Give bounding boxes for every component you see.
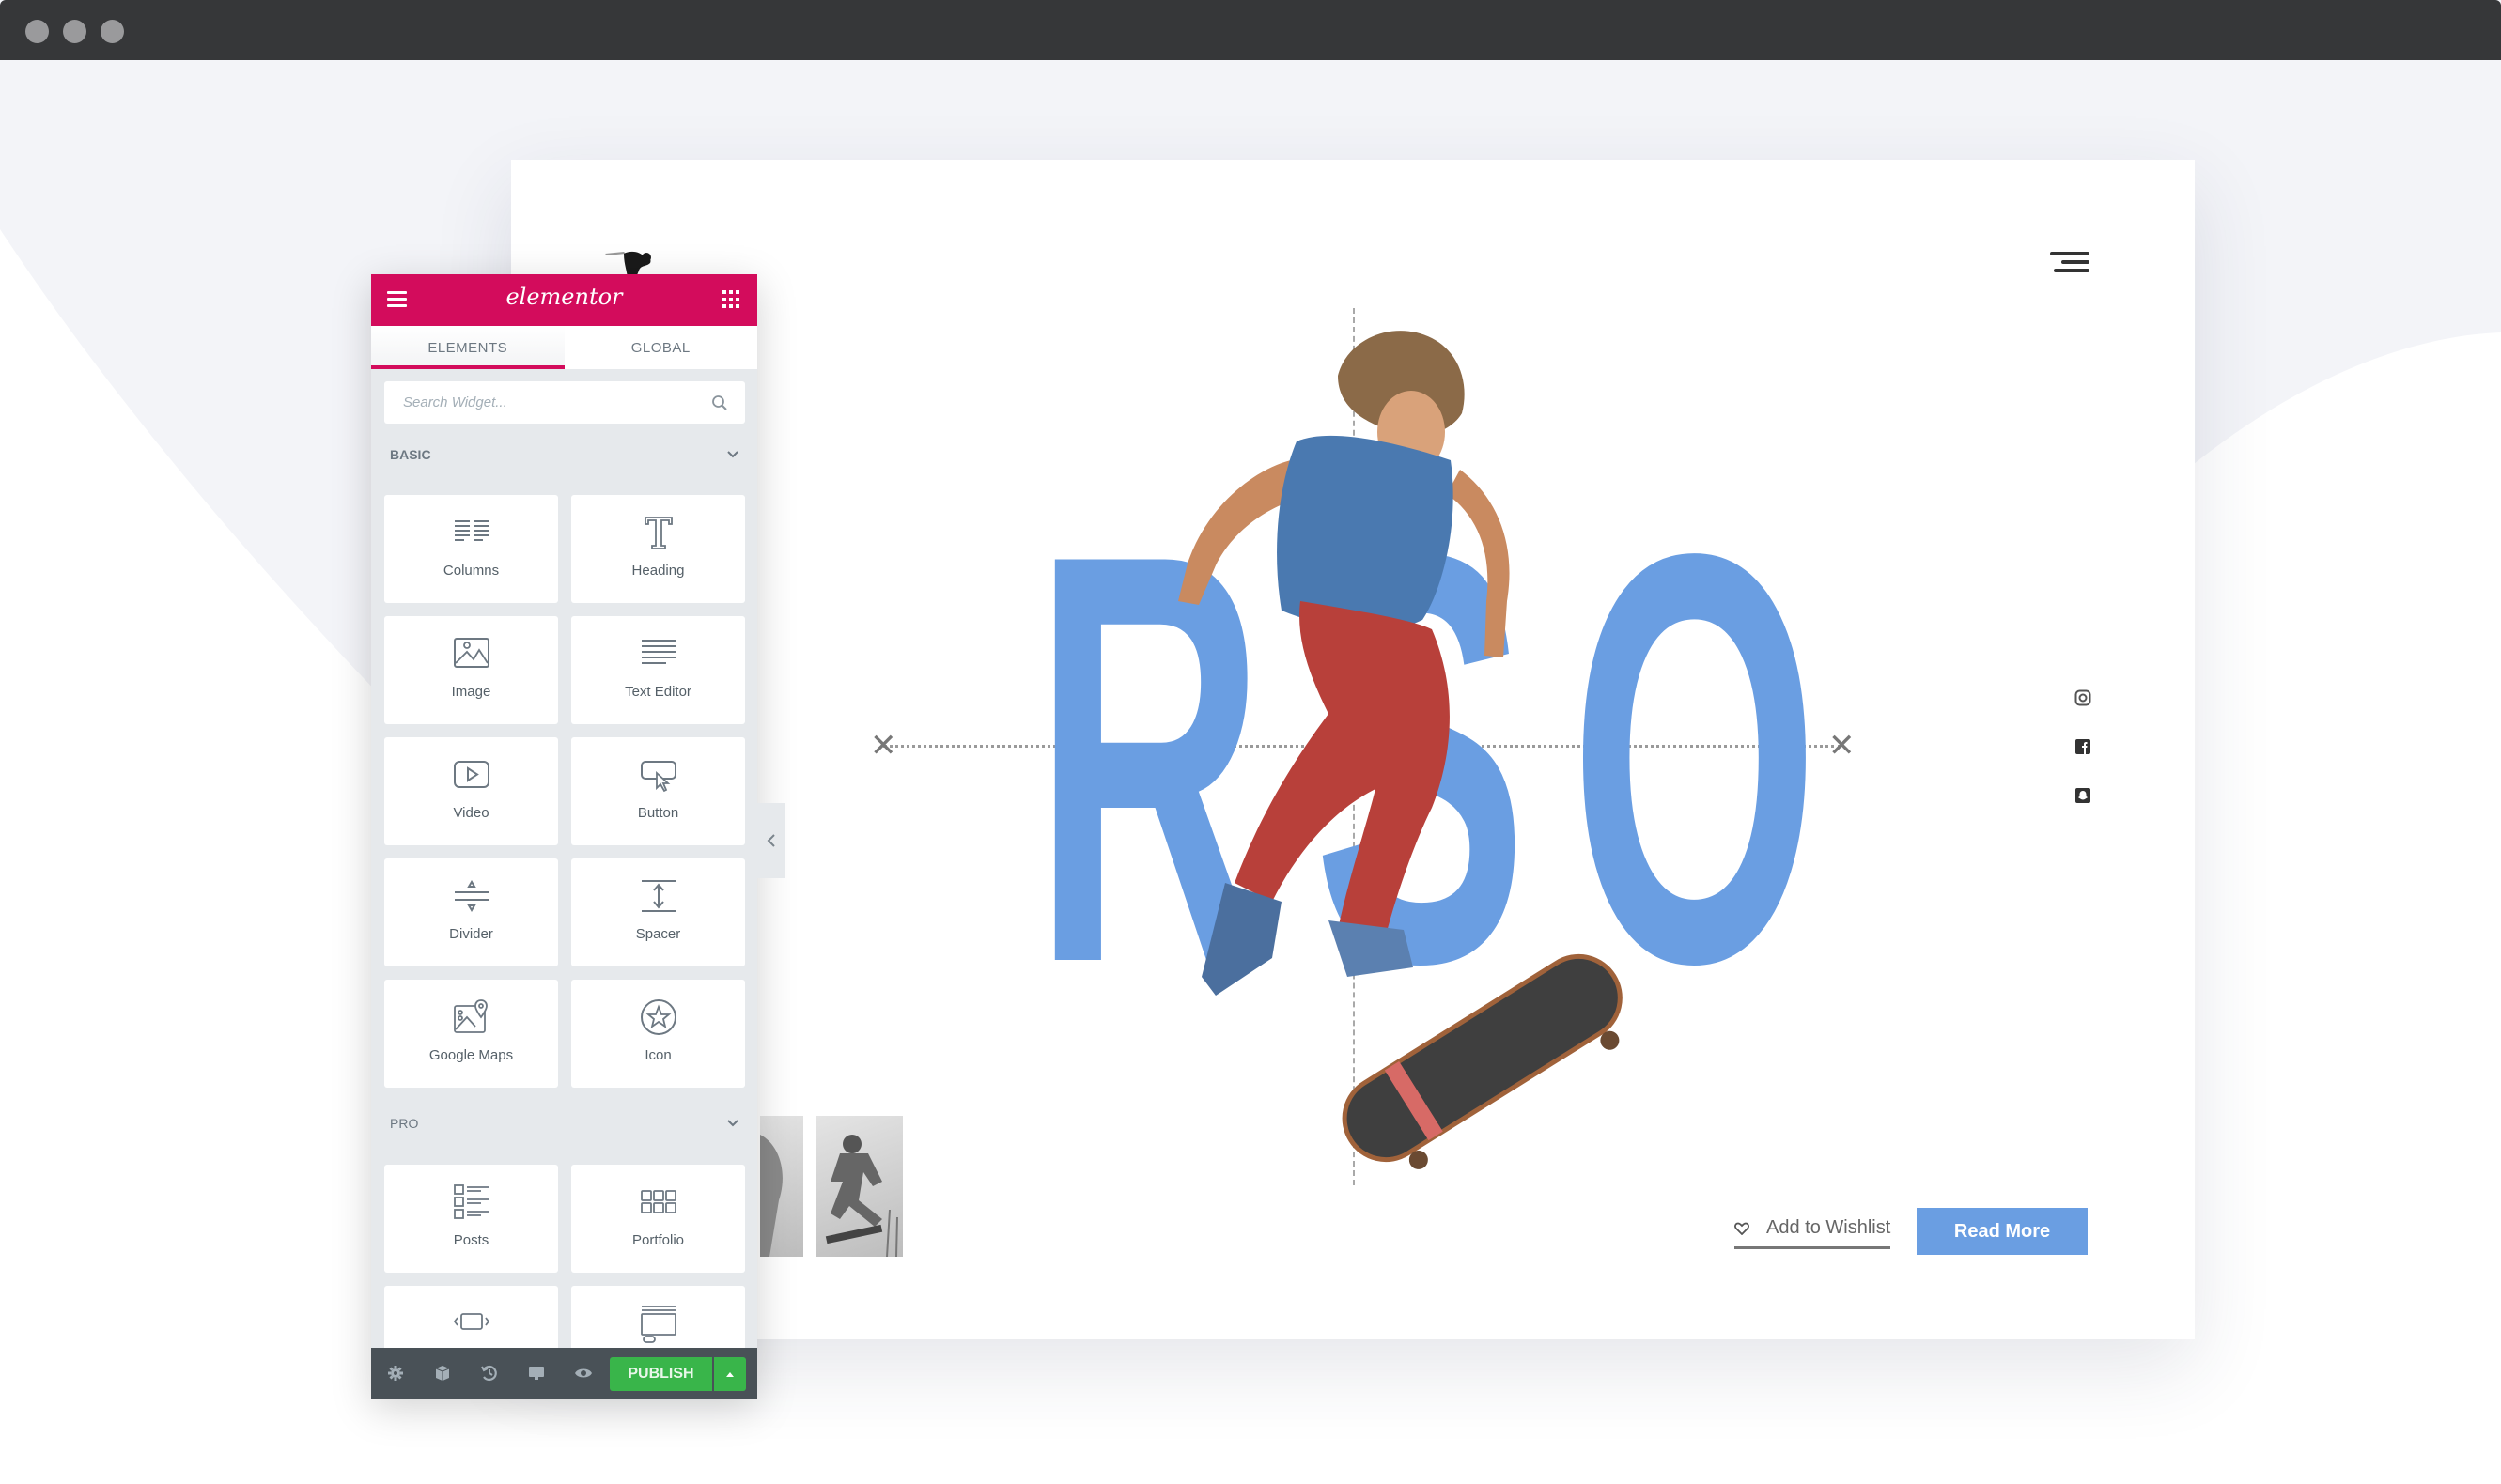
widget-video[interactable]: Video	[384, 737, 558, 845]
skater-image	[1178, 331, 1623, 1169]
widget-label: Icon	[645, 1047, 672, 1063]
add-to-wishlist-link[interactable]: Add to Wishlist	[1734, 1212, 1891, 1249]
widget-label: Text Editor	[625, 684, 691, 700]
guide-close-icon[interactable]: ✕	[870, 727, 897, 765]
widget-search	[384, 381, 745, 424]
form-icon	[640, 1306, 676, 1343]
widget-label: Video	[453, 805, 489, 821]
widget-label: Portfolio	[631, 1232, 685, 1248]
grid-icon[interactable]	[722, 290, 741, 309]
star-icon	[640, 999, 676, 1035]
widget-label: Google Maps	[428, 1047, 514, 1063]
widget-heading[interactable]: Heading	[571, 495, 745, 603]
website-canvas: ✕ ✕ R S O	[511, 160, 2195, 1339]
window-close-button[interactable]	[25, 20, 49, 43]
posts-icon	[453, 1184, 489, 1219]
read-more-button[interactable]: Read More	[1917, 1208, 2088, 1255]
tab-elements[interactable]: ELEMENTS	[371, 326, 565, 369]
publish-options-button[interactable]	[714, 1357, 746, 1391]
chevron-down-icon	[727, 1120, 738, 1127]
window-maximize-button[interactable]	[101, 20, 124, 43]
tab-global[interactable]: GLOBAL	[565, 326, 758, 369]
columns-icon	[454, 520, 489, 541]
history-icon[interactable]	[480, 1364, 499, 1383]
widget-portfolio[interactable]: Portfolio	[571, 1165, 745, 1273]
window-titlebar	[0, 0, 2501, 60]
widget-label: Divider	[449, 926, 493, 942]
widget-posts[interactable]: Posts	[384, 1165, 558, 1273]
widget-icon[interactable]: Icon	[571, 980, 745, 1088]
heading-icon	[644, 517, 673, 549]
elementor-logo: elementor	[505, 284, 623, 310]
widget-google-maps[interactable]: Google Maps	[384, 980, 558, 1088]
search-input[interactable]	[403, 394, 711, 410]
category-label: BASIC	[390, 447, 431, 462]
button-icon	[640, 761, 676, 793]
settings-icon[interactable]	[386, 1364, 405, 1383]
panel-header: elementor	[371, 274, 757, 326]
widget-label: Spacer	[635, 926, 681, 942]
widget-text-editor[interactable]: Text Editor	[571, 616, 745, 724]
slides-icon	[453, 1313, 489, 1330]
responsive-icon[interactable]	[527, 1364, 546, 1383]
chevron-left-icon	[767, 834, 775, 847]
image-icon	[453, 638, 489, 668]
gallery-thumbnail[interactable]	[816, 1116, 903, 1257]
panel-collapse-button[interactable]	[757, 803, 785, 878]
video-icon	[453, 761, 489, 788]
divider-icon	[454, 880, 489, 912]
wishlist-label: Add to Wishlist	[1766, 1217, 1891, 1238]
caret-up-icon	[726, 1372, 734, 1377]
widget-label: Heading	[631, 563, 685, 579]
preview-icon[interactable]	[574, 1364, 593, 1383]
widget-divider[interactable]: Divider	[384, 858, 558, 966]
window-minimize-button[interactable]	[63, 20, 86, 43]
basic-widgets-grid: Columns Heading Image Text Editor Video …	[384, 495, 745, 1088]
widget-label: Posts	[453, 1232, 489, 1248]
search-icon[interactable]	[711, 394, 728, 411]
portfolio-icon	[640, 1190, 676, 1213]
spacer-icon	[641, 880, 676, 912]
widget-columns[interactable]: Columns	[384, 495, 558, 603]
facebook-icon[interactable]	[2074, 738, 2091, 755]
elementor-panel: elementor ELEMENTS GLOBAL BASIC Columns …	[371, 274, 757, 1399]
category-label: PRO	[390, 1116, 419, 1131]
widget-image[interactable]: Image	[384, 616, 558, 724]
snapchat-icon[interactable]	[2074, 787, 2091, 804]
site-menu-button[interactable]	[2048, 250, 2089, 276]
widget-label: Image	[451, 684, 491, 700]
heart-icon	[1734, 1222, 1749, 1235]
publish-button[interactable]: PUBLISH	[610, 1357, 712, 1391]
instagram-icon[interactable]	[2074, 689, 2091, 706]
widget-label: Columns	[443, 563, 500, 579]
google-maps-icon	[453, 999, 488, 1033]
panel-footer-toolbar: PUBLISH	[371, 1348, 757, 1399]
widget-label: Button	[637, 805, 679, 821]
gallery-thumbnail[interactable]	[760, 1116, 803, 1257]
category-basic-toggle[interactable]: BASIC	[390, 443, 739, 466]
widget-button[interactable]: Button	[571, 737, 745, 845]
panel-tabs: ELEMENTS GLOBAL	[371, 326, 757, 369]
chevron-down-icon	[727, 451, 738, 458]
text-editor-icon	[641, 640, 676, 664]
category-pro-toggle[interactable]: PRO	[390, 1112, 739, 1135]
widget-spacer[interactable]: Spacer	[571, 858, 745, 966]
navigator-icon[interactable]	[433, 1364, 452, 1383]
